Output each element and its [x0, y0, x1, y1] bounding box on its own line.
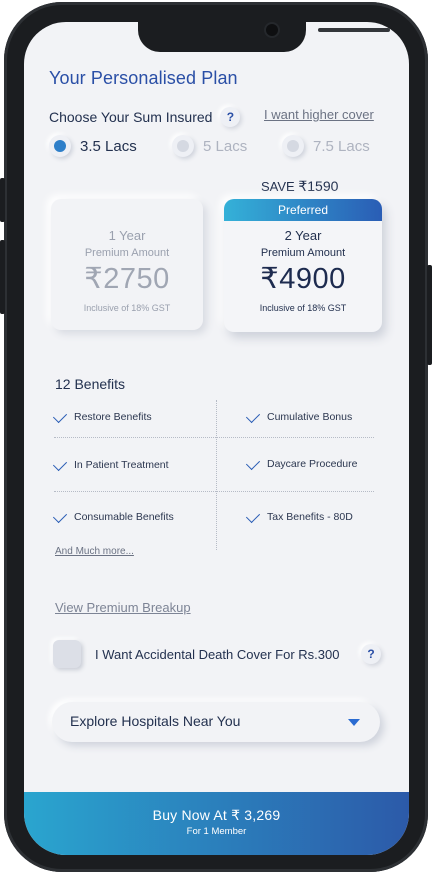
- divider: [54, 491, 374, 492]
- card-price: ₹4900: [260, 263, 346, 295]
- save-label: SAVE: [261, 179, 295, 194]
- preferred-badge: Preferred: [224, 199, 382, 221]
- sum-insured-options: 3.5 Lacs 5 Lacs 7.5 Lacs: [49, 135, 389, 161]
- divider: [216, 400, 217, 550]
- card-price: ₹2750: [84, 263, 170, 295]
- explore-hospitals-dropdown[interactable]: Explore Hospitals Near You: [52, 702, 380, 742]
- camera-icon: [266, 24, 278, 36]
- sum-insured-label: Choose Your Sum Insured: [49, 109, 213, 125]
- benefit-item: Tax Benefits - 80D: [245, 508, 353, 523]
- option-3-5-lacs[interactable]: 3.5 Lacs: [49, 135, 137, 157]
- radio-icon[interactable]: [282, 135, 304, 157]
- side-button-left-2: [0, 240, 5, 314]
- sum-insured-row: Choose Your Sum Insured ?: [49, 107, 241, 127]
- benefit-label: Tax Benefits - 80D: [267, 511, 353, 523]
- card-gst-note: Inclusive of 18% GST: [83, 303, 171, 313]
- benefit-label: Consumable Benefits: [74, 511, 174, 523]
- divider: [54, 437, 374, 438]
- benefit-item: Cumulative Bonus: [245, 408, 353, 423]
- accidental-cover-label: I Want Accidental Death Cover For Rs.300: [95, 647, 340, 662]
- explore-label: Explore Hospitals Near You: [70, 713, 241, 729]
- plan-card-2-year[interactable]: Preferred 2 Year Premium Amount ₹4900 In…: [224, 199, 382, 332]
- save-value: ₹1590: [298, 178, 339, 194]
- notch: [138, 22, 390, 52]
- check-icon: [245, 455, 261, 470]
- card-gst-note: Inclusive of 18% GST: [259, 303, 347, 313]
- radio-icon[interactable]: [172, 135, 194, 157]
- benefits-grid: Restore Benefits Cumulative Bonus In Pat…: [52, 400, 374, 552]
- card-year: 2 Year: [284, 228, 322, 243]
- page-title: Your Personalised Plan: [49, 68, 238, 88]
- premium-breakup-link[interactable]: View Premium Breakup: [55, 600, 191, 615]
- benefit-item: Restore Benefits: [52, 408, 152, 423]
- chevron-down-icon: [348, 719, 360, 726]
- save-amount: SAVE ₹1590: [261, 178, 338, 195]
- check-icon: [245, 408, 261, 423]
- benefit-item: In Patient Treatment: [52, 456, 169, 471]
- card-premium-label: Premium Amount: [260, 247, 346, 259]
- plan-card-1-year[interactable]: 1 Year Premium Amount ₹2750 Inclusive of…: [51, 199, 203, 330]
- check-icon: [52, 508, 68, 523]
- benefit-label: In Patient Treatment: [74, 459, 169, 471]
- benefit-item: Consumable Benefits: [52, 508, 174, 523]
- higher-cover-link[interactable]: I want higher cover: [264, 107, 374, 122]
- benefit-label: Cumulative Bonus: [267, 411, 353, 423]
- benefit-label: Restore Benefits: [74, 411, 152, 423]
- card-premium-label: Premium Amount: [84, 247, 170, 259]
- card-year: 1 Year: [108, 228, 146, 243]
- buy-now-sub: For 1 Member: [186, 826, 247, 837]
- check-icon: [245, 508, 261, 523]
- option-7-5-lacs[interactable]: 7.5 Lacs: [282, 135, 370, 157]
- accidental-cover-checkbox[interactable]: [53, 640, 81, 668]
- check-icon: [52, 408, 68, 423]
- more-benefits-link[interactable]: And Much more...: [55, 546, 134, 557]
- check-icon: [52, 456, 68, 471]
- option-label: 3.5 Lacs: [80, 137, 137, 155]
- speaker-grille: [318, 28, 390, 32]
- benefit-label: Daycare Procedure: [267, 458, 358, 470]
- benefit-item: Daycare Procedure: [245, 455, 358, 470]
- option-5-lacs[interactable]: 5 Lacs: [172, 135, 247, 157]
- option-label: 5 Lacs: [203, 137, 248, 155]
- option-label: 7.5 Lacs: [313, 137, 370, 155]
- side-button-left: [0, 178, 5, 222]
- help-icon[interactable]: ?: [220, 107, 241, 127]
- benefits-title: 12 Benefits: [55, 376, 126, 392]
- app-screen: Your Personalised Plan Choose Your Sum I…: [24, 22, 409, 855]
- side-button-right: [427, 265, 432, 365]
- buy-now-button[interactable]: Buy Now At ₹ 3,269 For 1 Member: [24, 792, 409, 855]
- radio-selected-icon[interactable]: [49, 135, 71, 157]
- buy-now-label: Buy Now At ₹ 3,269: [152, 807, 281, 823]
- help-icon[interactable]: ?: [361, 644, 381, 664]
